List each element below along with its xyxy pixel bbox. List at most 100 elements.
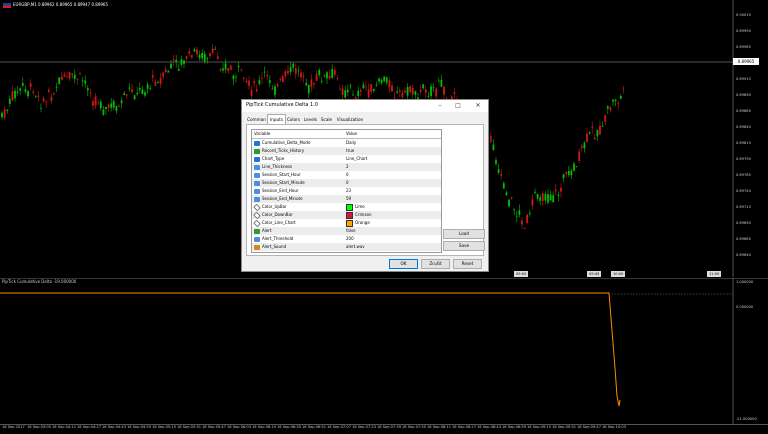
- candle-body: [289, 67, 292, 72]
- candle-body: [510, 197, 513, 199]
- ok-button[interactable]: OK: [389, 259, 418, 269]
- int-icon: [254, 172, 260, 178]
- candle-body: [248, 80, 250, 86]
- candle-body: [557, 194, 560, 196]
- cancel-button[interactable]: Zrušit: [421, 259, 450, 269]
- color-icon: [253, 211, 261, 219]
- candle-body: [287, 70, 289, 74]
- candle-body: [320, 81, 323, 83]
- param-value[interactable]: false: [346, 227, 356, 235]
- param-row[interactable]: Session_Start_Hour 0: [252, 171, 441, 179]
- date-tick: 16 Sep 06:03: [227, 425, 251, 429]
- param-row[interactable]: Alert_Sound alert.wav: [252, 243, 441, 251]
- indicator-label: PipTick Cumulative Delta -19.000000: [2, 279, 77, 284]
- param-value-text: 2: [346, 164, 349, 169]
- candle-body: [554, 189, 557, 192]
- param-value[interactable]: 200: [346, 235, 354, 243]
- param-value-text: false: [346, 228, 356, 233]
- param-row[interactable]: Session_End_Hour 23: [252, 187, 441, 195]
- load-button[interactable]: Load: [443, 229, 485, 239]
- param-value[interactable]: Orange: [346, 219, 370, 227]
- param-value[interactable]: 0: [346, 171, 349, 179]
- param-row[interactable]: Line_Thickness 2: [252, 163, 441, 171]
- param-value[interactable]: 23: [346, 187, 351, 195]
- candle-body: [315, 74, 318, 81]
- candle-body: [146, 84, 149, 89]
- tab-scale[interactable]: Scale: [319, 115, 334, 124]
- tab-visualization[interactable]: Visualization: [335, 115, 365, 124]
- dialog-title-bar[interactable]: PipTick Cumulative Delta 1.0 – □ ✕: [242, 100, 488, 112]
- candle-body: [570, 170, 573, 176]
- param-name: Line_Thickness: [254, 163, 292, 171]
- candle-body: [526, 214, 529, 224]
- candle-body: [443, 86, 445, 95]
- candle-body: [344, 90, 347, 98]
- candle-body: [79, 73, 81, 75]
- maximize-icon[interactable]: □: [450, 101, 466, 110]
- candle-body: [162, 72, 165, 77]
- candle-body: [310, 79, 313, 87]
- close-icon[interactable]: ✕: [470, 101, 486, 110]
- candle-body: [432, 86, 435, 88]
- candle-body: [440, 79, 443, 87]
- tab-levels[interactable]: Levels: [302, 115, 319, 124]
- price-tick: 0.89665: [736, 237, 751, 241]
- candle-body: [435, 88, 438, 97]
- param-value[interactable]: Lime: [346, 203, 365, 211]
- param-row[interactable]: Color_DownBar Crimson: [252, 211, 441, 219]
- param-name-text: Session_Start_Hour: [262, 172, 301, 177]
- candle-body: [29, 83, 32, 87]
- param-name-text: Chart_Type: [262, 156, 285, 161]
- param-value[interactable]: true: [346, 147, 354, 155]
- candle-body: [328, 75, 331, 79]
- candle-body: [115, 106, 118, 111]
- param-row[interactable]: Alert false: [252, 227, 441, 235]
- param-name: Record_Ticks_History: [254, 147, 304, 155]
- candle-body: [359, 90, 362, 92]
- price-tick: 0.89715: [736, 205, 751, 209]
- candle-body: [86, 88, 89, 91]
- candle-body: [24, 89, 27, 92]
- param-row[interactable]: Chart_Type Line_Chart: [252, 155, 441, 163]
- param-row[interactable]: Cumulative_Delta_Mode Daily: [252, 139, 441, 147]
- param-value[interactable]: 59: [346, 195, 351, 203]
- candle-body: [578, 151, 581, 161]
- param-row[interactable]: Record_Ticks_History true: [252, 147, 441, 155]
- candle-body: [619, 95, 622, 99]
- price-tick: 0.89765: [736, 173, 751, 177]
- param-row[interactable]: Color_UpBar Lime: [252, 203, 441, 211]
- candle-body: [120, 100, 123, 104]
- candle-body: [453, 92, 456, 94]
- indicator-chart[interactable]: [0, 278, 768, 425]
- bool-icon: [254, 148, 260, 154]
- candle-body: [42, 98, 45, 102]
- candle-body: [250, 89, 253, 96]
- candle-body: [422, 84, 425, 89]
- candle-body: [500, 173, 503, 176]
- tab-colors[interactable]: Colors: [285, 115, 302, 124]
- param-row[interactable]: Alert_Threshold 200: [252, 235, 441, 243]
- param-value[interactable]: Crimson: [346, 211, 372, 219]
- color-swatch: [346, 219, 353, 227]
- param-value[interactable]: alert.wav: [346, 243, 365, 251]
- minimize-icon[interactable]: –: [432, 101, 448, 110]
- symbol-label-text: EURGBP,M1 0.89962 0.89965 0.89947 0.8996…: [13, 2, 109, 7]
- candle-body: [258, 80, 261, 85]
- candle-body: [536, 194, 539, 199]
- candle-body: [110, 103, 113, 108]
- param-value[interactable]: Daily: [346, 139, 356, 147]
- candle-body: [6, 109, 9, 111]
- reset-button[interactable]: Reset: [453, 259, 482, 269]
- date-tick: 16 Sep 04:43: [102, 425, 126, 429]
- save-button[interactable]: Save: [443, 241, 485, 251]
- date-tick: 16 Sep 03:00: [27, 425, 51, 429]
- param-row[interactable]: Session_End_Minute 59: [252, 195, 441, 203]
- param-value[interactable]: Line_Chart: [346, 155, 367, 163]
- param-value[interactable]: 2: [346, 163, 349, 171]
- candle-body: [34, 96, 37, 98]
- param-row[interactable]: Color_Line_Chart Orange: [252, 219, 441, 227]
- candle-body: [190, 55, 193, 58]
- param-value[interactable]: 0: [346, 179, 349, 187]
- tab-common[interactable]: Common: [246, 115, 267, 124]
- param-row[interactable]: Session_Start_Minute 0: [252, 179, 441, 187]
